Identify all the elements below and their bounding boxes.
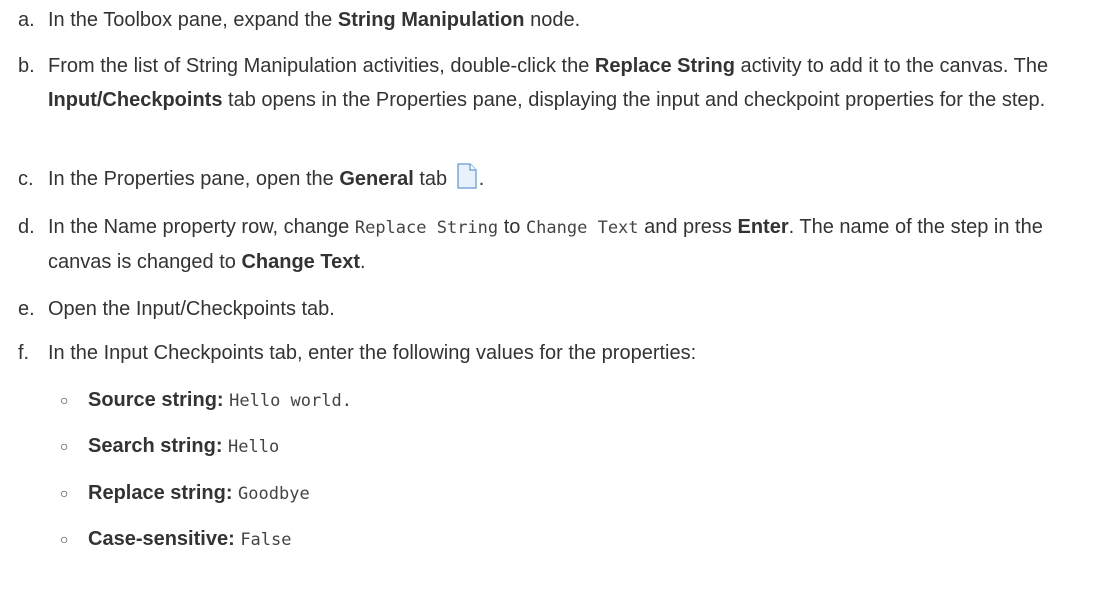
circle-bullet-icon: ○ — [60, 531, 69, 547]
step-text: In the Name property row, change Replace… — [48, 216, 1043, 273]
step-marker: f. — [18, 342, 30, 364]
property-value: Hello — [228, 437, 280, 457]
step-marker: c. — [18, 168, 34, 190]
step-a: a. In the Toolbox pane, expand the Strin… — [18, 4, 1098, 37]
step-marker: e. — [18, 298, 35, 320]
document-icon — [455, 163, 479, 189]
property-item: ○ Replace string: Goodbye — [60, 478, 1060, 509]
property-item: ○ Search string: Hello — [60, 431, 1060, 462]
bold-term: General — [339, 168, 414, 190]
step-text: In the Toolbox pane, expand the String M… — [48, 9, 581, 31]
bold-term: Change Text — [241, 251, 361, 273]
circle-bullet-icon: ○ — [60, 392, 69, 408]
property-value: False — [240, 530, 292, 550]
step-marker: d. — [18, 216, 35, 238]
step-b: b. From the list of String Manipulation … — [18, 49, 1098, 117]
step-text: In the Input Checkpoints tab, enter the … — [48, 342, 697, 364]
bold-term: Input/Checkpoints — [48, 89, 223, 111]
inline-code: Replace String — [354, 218, 499, 238]
circle-bullet-icon: ○ — [60, 438, 69, 454]
property-label: Source string: — [88, 389, 224, 411]
step-d: d. In the Name property row, change Repl… — [18, 210, 1098, 279]
property-value: Hello world. — [229, 391, 352, 411]
step-text: In the Properties pane, open the General… — [48, 163, 1098, 196]
property-label: Case-sensitive: — [88, 528, 235, 550]
step-c: c. In the Properties pane, open the Gene… — [18, 163, 1098, 196]
instruction-document: a. In the Toolbox pane, expand the Strin… — [0, 0, 1113, 592]
property-label: Replace string: — [88, 482, 233, 504]
bold-term: Replace String — [594, 55, 735, 77]
property-item: ○ Source string: Hello world. — [60, 385, 1060, 416]
step-f: f. In the Input Checkpoints tab, enter t… — [18, 337, 1098, 370]
circle-bullet-icon: ○ — [60, 485, 69, 501]
bold-term: Enter — [737, 216, 789, 238]
step-text: From the list of String Manipulation act… — [48, 55, 1049, 111]
step-text: Open the Input/Checkpoints tab. — [48, 298, 335, 320]
property-label: Search string: — [88, 435, 223, 457]
inline-code: Change Text — [525, 218, 639, 238]
step-e: e. Open the Input/Checkpoints tab. — [18, 293, 1098, 326]
step-marker: a. — [18, 9, 35, 31]
property-value: Goodbye — [238, 484, 310, 504]
bold-term: String Manipulation — [337, 9, 525, 31]
step-marker: b. — [18, 55, 35, 77]
property-item: ○ Case-sensitive: False — [60, 524, 1060, 555]
